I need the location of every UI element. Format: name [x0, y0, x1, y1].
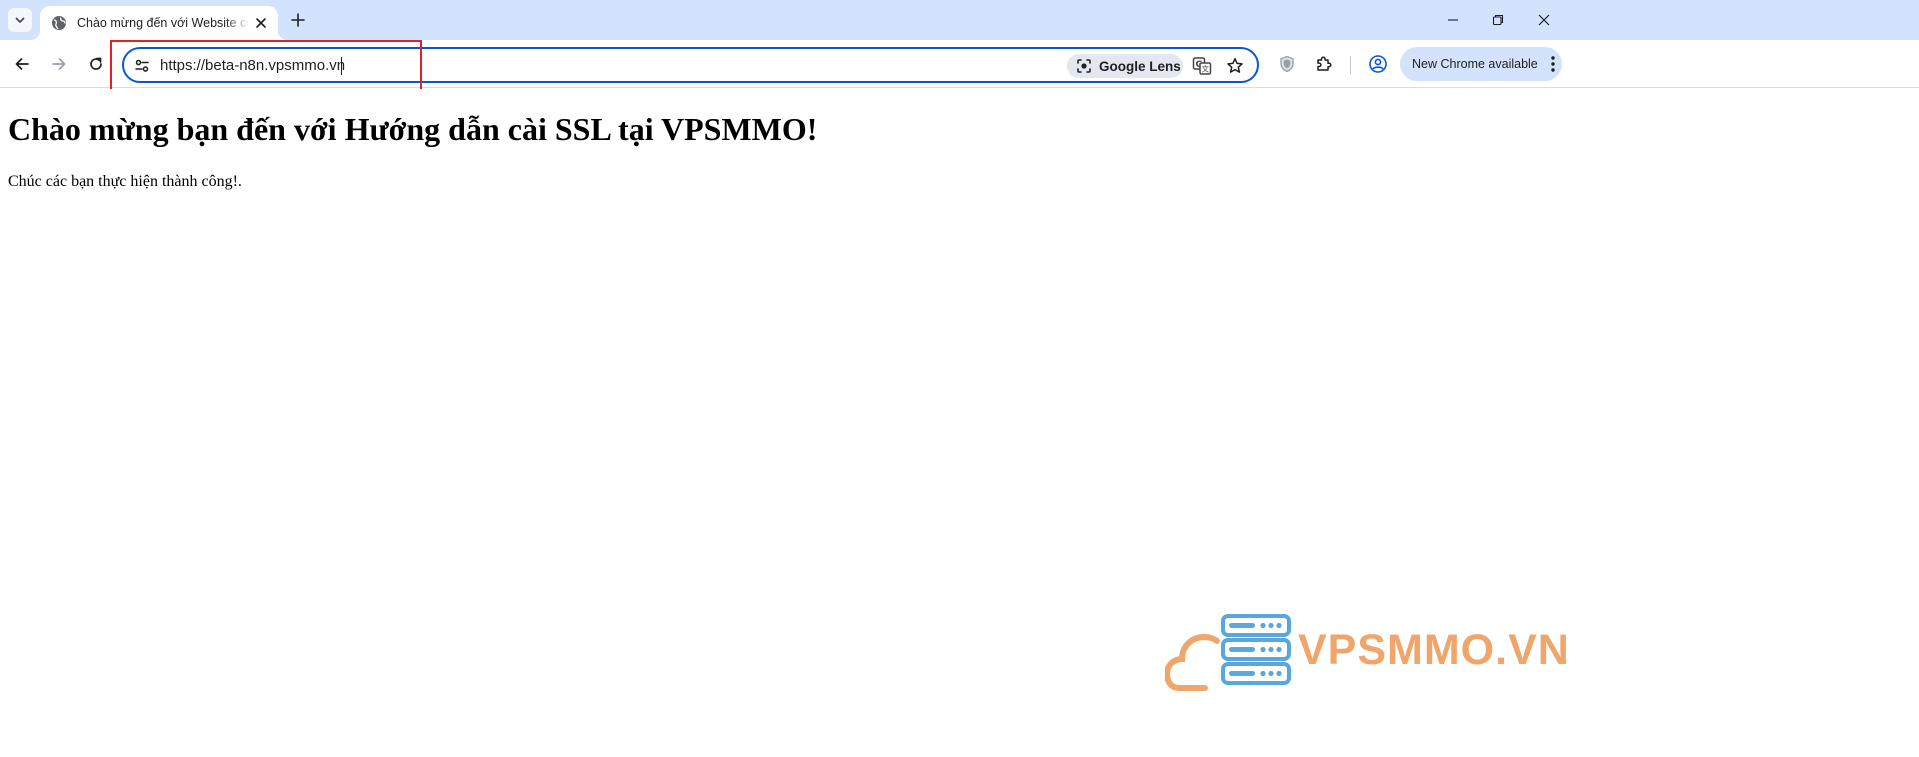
profile-button[interactable]: [1364, 50, 1392, 78]
translate-icon[interactable]: G 文: [1191, 55, 1213, 77]
plus-icon: [291, 13, 305, 27]
arrow-right-icon: [52, 58, 66, 70]
back-button[interactable]: [8, 50, 36, 78]
watermark-text: VPSMMO.VN: [1298, 626, 1570, 674]
text-caret: [341, 57, 342, 75]
page-paragraph: Chúc các bạn thực hiện thành công!.: [8, 173, 242, 190]
restore-button[interactable]: [1475, 0, 1521, 40]
close-icon: [1538, 14, 1550, 26]
site-info-icon[interactable]: [132, 56, 152, 76]
active-tab[interactable]: Chào mừng đến với Website của: [30, 6, 288, 40]
minimize-button[interactable]: [1430, 0, 1476, 40]
minimize-icon: [1448, 19, 1458, 21]
tab-strip: Chào mừng đến với Website của: [0, 0, 1919, 40]
address-bar[interactable]: Google Lens G 文: [122, 47, 1259, 83]
shield-extension-icon: [1280, 55, 1294, 73]
profile-icon: [1369, 55, 1387, 73]
tab-search-button[interactable]: [8, 8, 32, 32]
arrow-left-icon: [15, 58, 29, 70]
kebab-menu-icon[interactable]: [1546, 54, 1560, 74]
browser-toolbar: Google Lens G 文: [0, 40, 1919, 88]
cloud-server-logo: [1165, 614, 1291, 691]
page-content: Chào mừng bạn đến với Hướng dẫn cài SSL …: [0, 89, 1919, 757]
svg-text:文: 文: [1202, 64, 1210, 74]
reload-button[interactable]: [82, 50, 110, 78]
page-title: Chào mừng bạn đến với Hướng dẫn cài SSL …: [8, 111, 818, 147]
url-input[interactable]: [160, 53, 720, 77]
camera-icon: [1077, 59, 1091, 73]
forward-button[interactable]: [45, 50, 73, 78]
extensions-button[interactable]: [1310, 50, 1338, 78]
toolbar-divider: [1350, 56, 1351, 74]
globe-icon: [51, 15, 67, 31]
chevron-down-icon: [15, 17, 25, 23]
reload-icon: [90, 57, 102, 70]
close-window-button[interactable]: [1521, 0, 1567, 40]
google-lens-button[interactable]: Google Lens: [1067, 54, 1183, 78]
star-icon[interactable]: [1224, 55, 1246, 77]
update-label: New Chrome available: [1412, 57, 1538, 71]
vpsmmo-watermark: VPSMMO.VN: [1165, 612, 1569, 692]
google-lens-label: Google Lens: [1099, 58, 1181, 74]
close-tab-icon[interactable]: [252, 14, 270, 32]
new-tab-button[interactable]: [286, 8, 310, 32]
chrome-update-button[interactable]: New Chrome available: [1400, 47, 1562, 81]
restore-icon: [1492, 14, 1504, 26]
tab-title: Chào mừng đến với Website của: [77, 16, 249, 30]
extension-shield-button[interactable]: [1273, 50, 1301, 78]
puzzle-icon: [1317, 56, 1332, 71]
